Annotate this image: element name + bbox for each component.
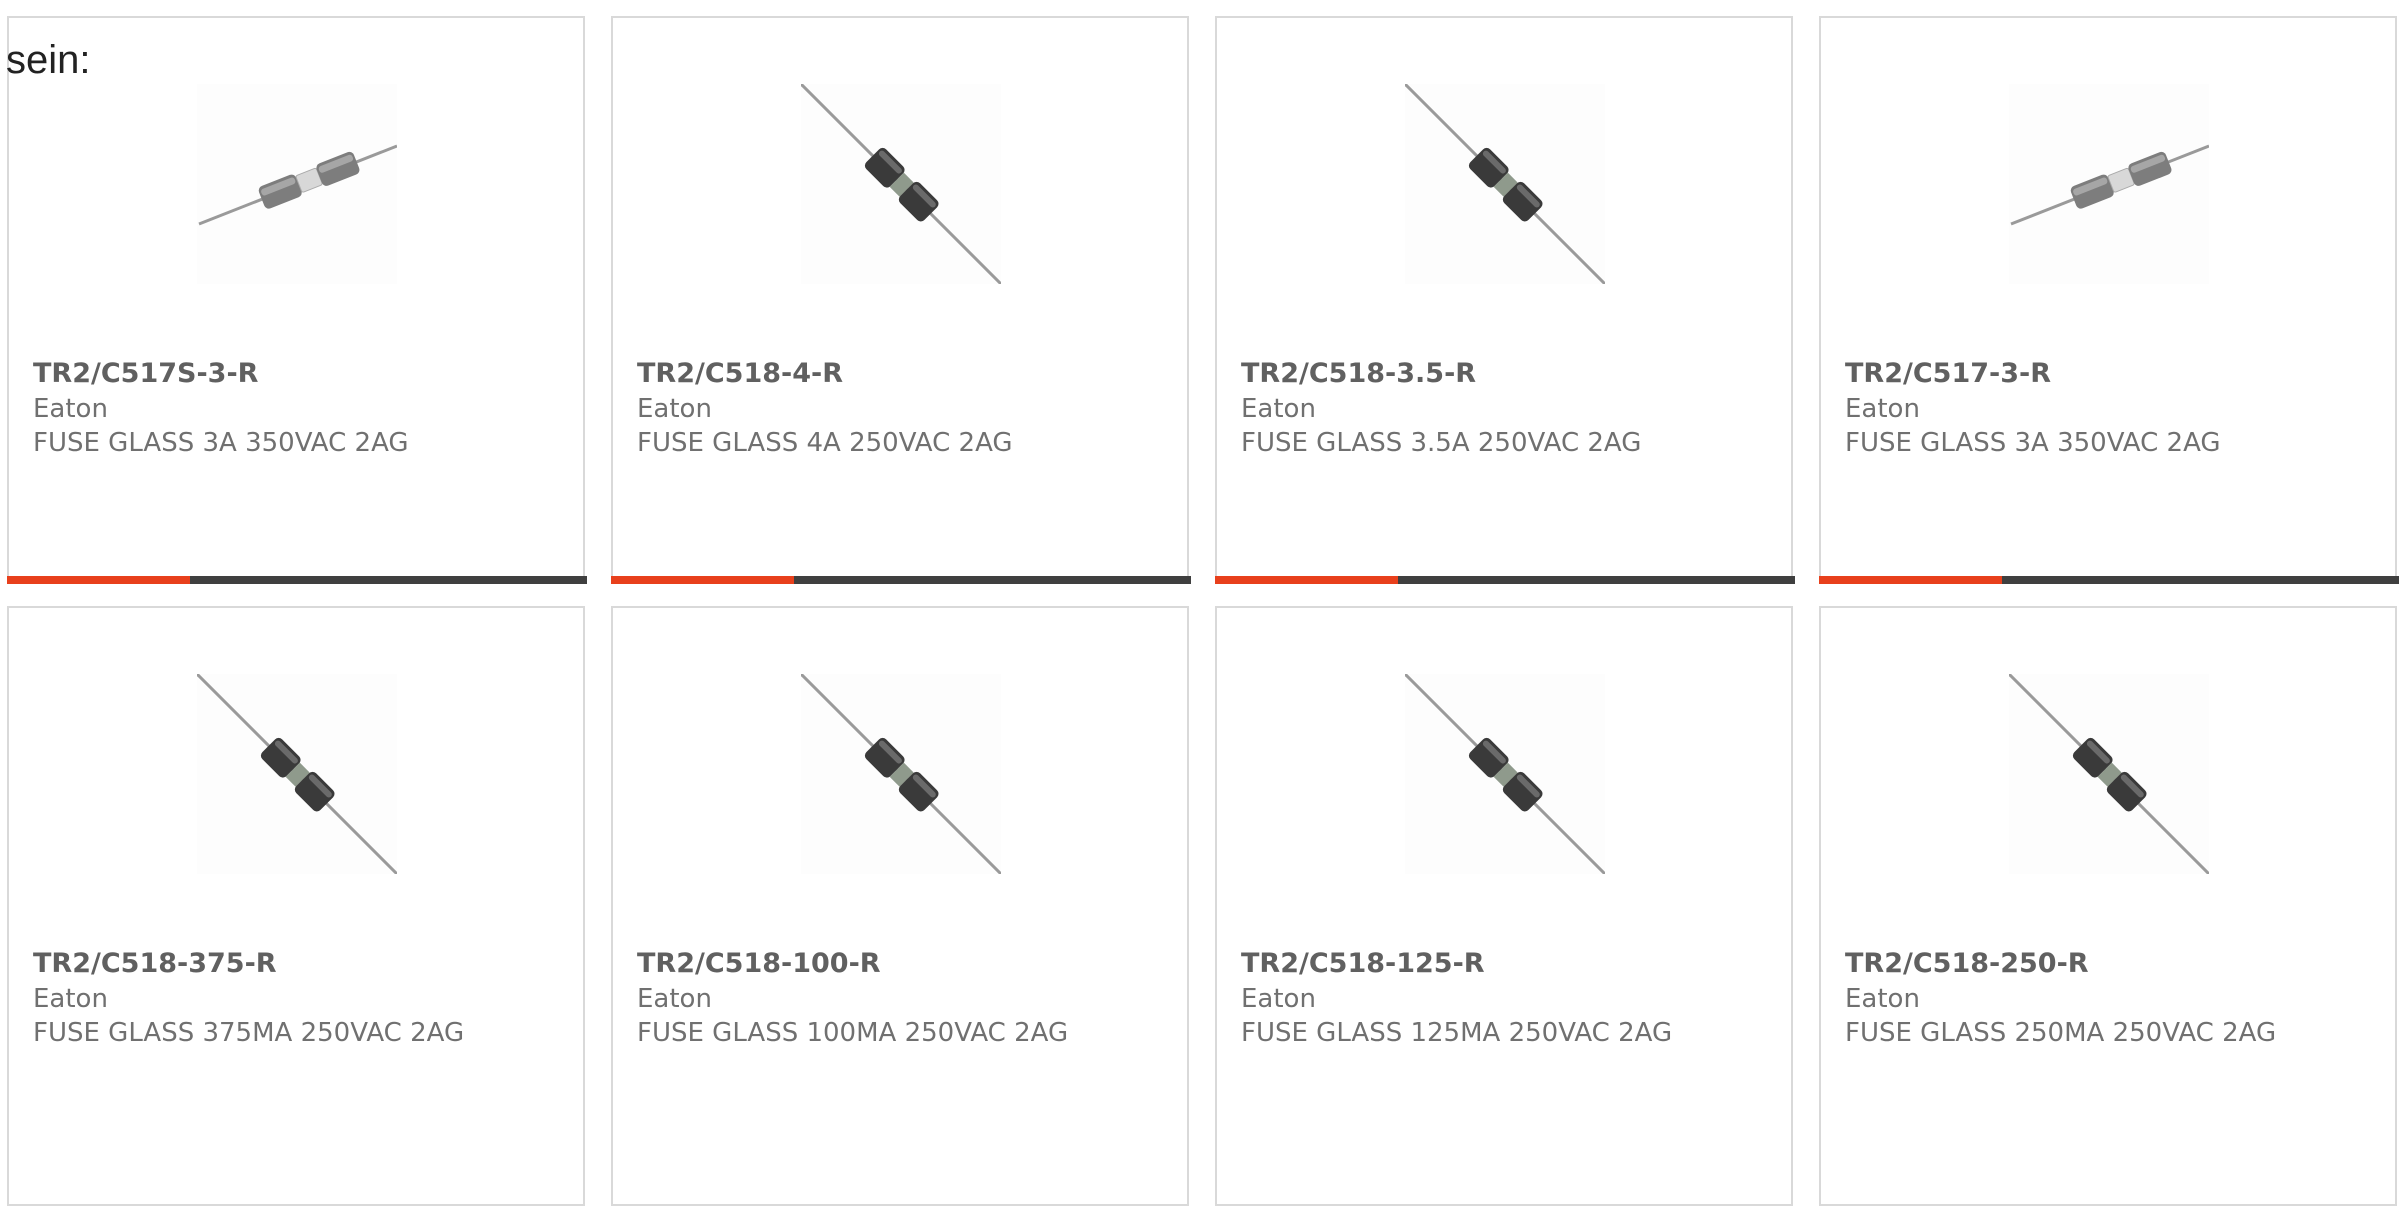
description: FUSE GLASS 125MA 250VAC 2AG [1241,1018,1673,1048]
manufacturer: Eaton [33,394,108,424]
card-bar [1819,576,2399,584]
product-card[interactable]: TR2/C518-100-R Eaton FUSE GLASS 100MA 25… [611,606,1189,1206]
intro-text: sein: [6,38,91,82]
description: FUSE GLASS 250MA 250VAC 2AG [1845,1018,2277,1048]
fuse-axial-diagonal-icon[interactable] [801,674,1001,874]
fuse-axial-diagonal-icon[interactable] [1405,674,1605,874]
manufacturer: Eaton [637,984,712,1014]
fuse-axial-diagonal-icon[interactable] [801,84,1001,284]
description: FUSE GLASS 4A 250VAC 2AG [637,428,1013,458]
description: FUSE GLASS 3A 350VAC 2AG [1845,428,2221,458]
card-bar [7,576,587,584]
description: FUSE GLASS 3.5A 250VAC 2AG [1241,428,1642,458]
part-number[interactable]: TR2/C517S-3-R [33,358,258,389]
description: FUSE GLASS 375MA 250VAC 2AG [33,1018,465,1048]
part-number[interactable]: TR2/C518-3.5-R [1241,358,1476,389]
product-card[interactable]: TR2/C518-3.5-R Eaton FUSE GLASS 3.5A 250… [1215,16,1795,584]
fuse-axial-diagonal-icon[interactable] [197,674,397,874]
description: FUSE GLASS 3A 350VAC 2AG [33,428,409,458]
part-number[interactable]: TR2/C518-125-R [1241,948,1485,979]
fuse-axial-shallow-icon[interactable] [197,84,397,284]
manufacturer: Eaton [33,984,108,1014]
card-bar [1215,576,1795,584]
product-card[interactable]: TR2/C518-250-R Eaton FUSE GLASS 250MA 25… [1819,606,2397,1206]
manufacturer: Eaton [1845,984,1920,1014]
card-bar-accent [1215,576,1398,584]
part-number[interactable]: TR2/C518-250-R [1845,948,2089,979]
fuse-axial-diagonal-icon[interactable] [1405,84,1605,284]
manufacturer: Eaton [1845,394,1920,424]
manufacturer: Eaton [1241,394,1316,424]
part-number[interactable]: TR2/C518-375-R [33,948,277,979]
product-card[interactable]: TR2/C518-4-R Eaton FUSE GLASS 4A 250VAC … [611,16,1191,584]
product-card[interactable]: TR2/C518-125-R Eaton FUSE GLASS 125MA 25… [1215,606,1793,1206]
card-bar [611,576,1191,584]
card-bar-accent [7,576,190,584]
product-card[interactable]: TR2/C518-375-R Eaton FUSE GLASS 375MA 25… [7,606,585,1206]
card-bar-accent [1819,576,2002,584]
card-bar-accent [611,576,794,584]
product-card[interactable]: TR2/C517S-3-R Eaton FUSE GLASS 3A 350VAC… [7,16,587,584]
fuse-axial-diagonal-icon[interactable] [2009,674,2209,874]
part-number[interactable]: TR2/C518-4-R [637,358,843,389]
fuse-axial-shallow-icon[interactable] [2009,84,2209,284]
manufacturer: Eaton [1241,984,1316,1014]
description: FUSE GLASS 100MA 250VAC 2AG [637,1018,1069,1048]
part-number[interactable]: TR2/C517-3-R [1845,358,2051,389]
manufacturer: Eaton [637,394,712,424]
product-card[interactable]: TR2/C517-3-R Eaton FUSE GLASS 3A 350VAC … [1819,16,2399,584]
part-number[interactable]: TR2/C518-100-R [637,948,881,979]
